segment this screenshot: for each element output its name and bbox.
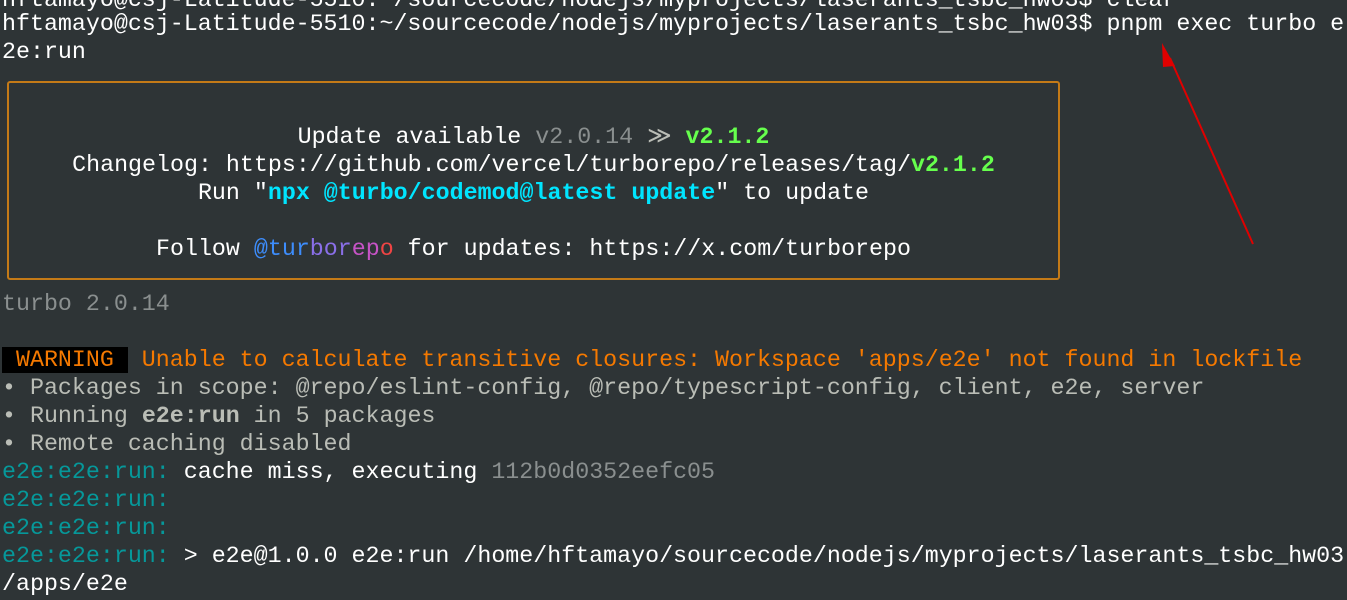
task-prefix: e2e:e2e:run: xyxy=(2,459,170,485)
version-arrow: ≫ xyxy=(633,124,686,150)
task-output-line-2: e2e:e2e:run: xyxy=(2,487,170,513)
run-suffix: " to update xyxy=(715,180,870,206)
turborepo-handle-part4: o xyxy=(379,236,394,262)
running-prefix: • Running xyxy=(2,403,142,429)
turborepo-handle-part2: bor xyxy=(309,236,352,262)
warning-message: Unable to calculate transitive closures:… xyxy=(127,347,1303,373)
follow-suffix: for updates: https://x.com/turborepo xyxy=(393,236,911,262)
turborepo-handle-part3: ep xyxy=(351,236,380,262)
running-suffix: in 5 packages xyxy=(239,403,436,429)
task-output-line-5: /apps/e2e xyxy=(2,571,128,597)
terminal-window[interactable]: hftamayo@csj-Latitude-5510:~/sourcecode/… xyxy=(0,0,1347,600)
task-output-line-4: e2e:e2e:run: > e2e@1.0.0 e2e:run /home/h… xyxy=(2,542,1344,570)
warning-line: WARNING Unable to calculate transitive c… xyxy=(2,346,1302,374)
codemod-command: npx @turbo/codemod@latest update xyxy=(267,180,716,206)
changelog-url[interactable]: Changelog: https://github.com/vercel/tur… xyxy=(72,152,911,178)
remote-caching-line: • Remote caching disabled xyxy=(2,431,352,457)
running-line: • Running e2e:run in 5 packages xyxy=(2,402,435,430)
new-version: v2.1.2 xyxy=(685,124,770,150)
update-available-label: Update available xyxy=(297,124,536,150)
task-output-line-3: e2e:e2e:run: xyxy=(2,515,170,541)
command-line-wrap: 2e:run xyxy=(2,38,86,66)
changelog-line: Changelog: https://github.com/vercel/tur… xyxy=(9,151,1058,179)
follow-line: Follow @turborepo for updates: https://x… xyxy=(9,235,1058,263)
command-text: pnpm exec turbo e xyxy=(1092,11,1345,37)
run-prefix: Run " xyxy=(197,180,268,206)
cache-miss-text: cache miss, executing xyxy=(169,459,492,485)
turbo-version-line: turbo 2.0.14 xyxy=(2,291,170,317)
packages-in-scope-line: • Packages in scope: @repo/eslint-config… xyxy=(2,375,1205,401)
shell-prompt: hftamayo@csj-Latitude-5510:~/sourcecode/… xyxy=(2,11,1093,37)
cache-hash: 112b0d0352eefc05 xyxy=(491,459,716,485)
task-output-line-1: e2e:e2e:run: cache miss, executing 112b0… xyxy=(2,458,715,486)
warning-badge: WARNING xyxy=(2,347,128,373)
command-line: hftamayo@csj-Latitude-5510:~/sourcecode/… xyxy=(2,10,1344,38)
update-notice-box: Update available v2.0.14 ≫ v2.1.2 Change… xyxy=(7,81,1060,280)
task-prefix: e2e:e2e:run: xyxy=(2,543,170,569)
turborepo-handle-part1: @tur xyxy=(253,236,310,262)
run-update-line: Run "npx @turbo/codemod@latest update" t… xyxy=(9,179,1058,207)
changelog-version: v2.1.2 xyxy=(910,152,995,178)
follow-prefix: Follow xyxy=(156,236,254,262)
exec-command: > e2e@1.0.0 e2e:run /home/hftamayo/sourc… xyxy=(169,543,1345,569)
current-version: v2.0.14 xyxy=(535,124,634,150)
command-text-wrap: 2e:run xyxy=(2,39,86,65)
update-available-line: Update available v2.0.14 ≫ v2.1.2 xyxy=(9,123,1058,151)
running-task: e2e:run xyxy=(141,403,240,429)
